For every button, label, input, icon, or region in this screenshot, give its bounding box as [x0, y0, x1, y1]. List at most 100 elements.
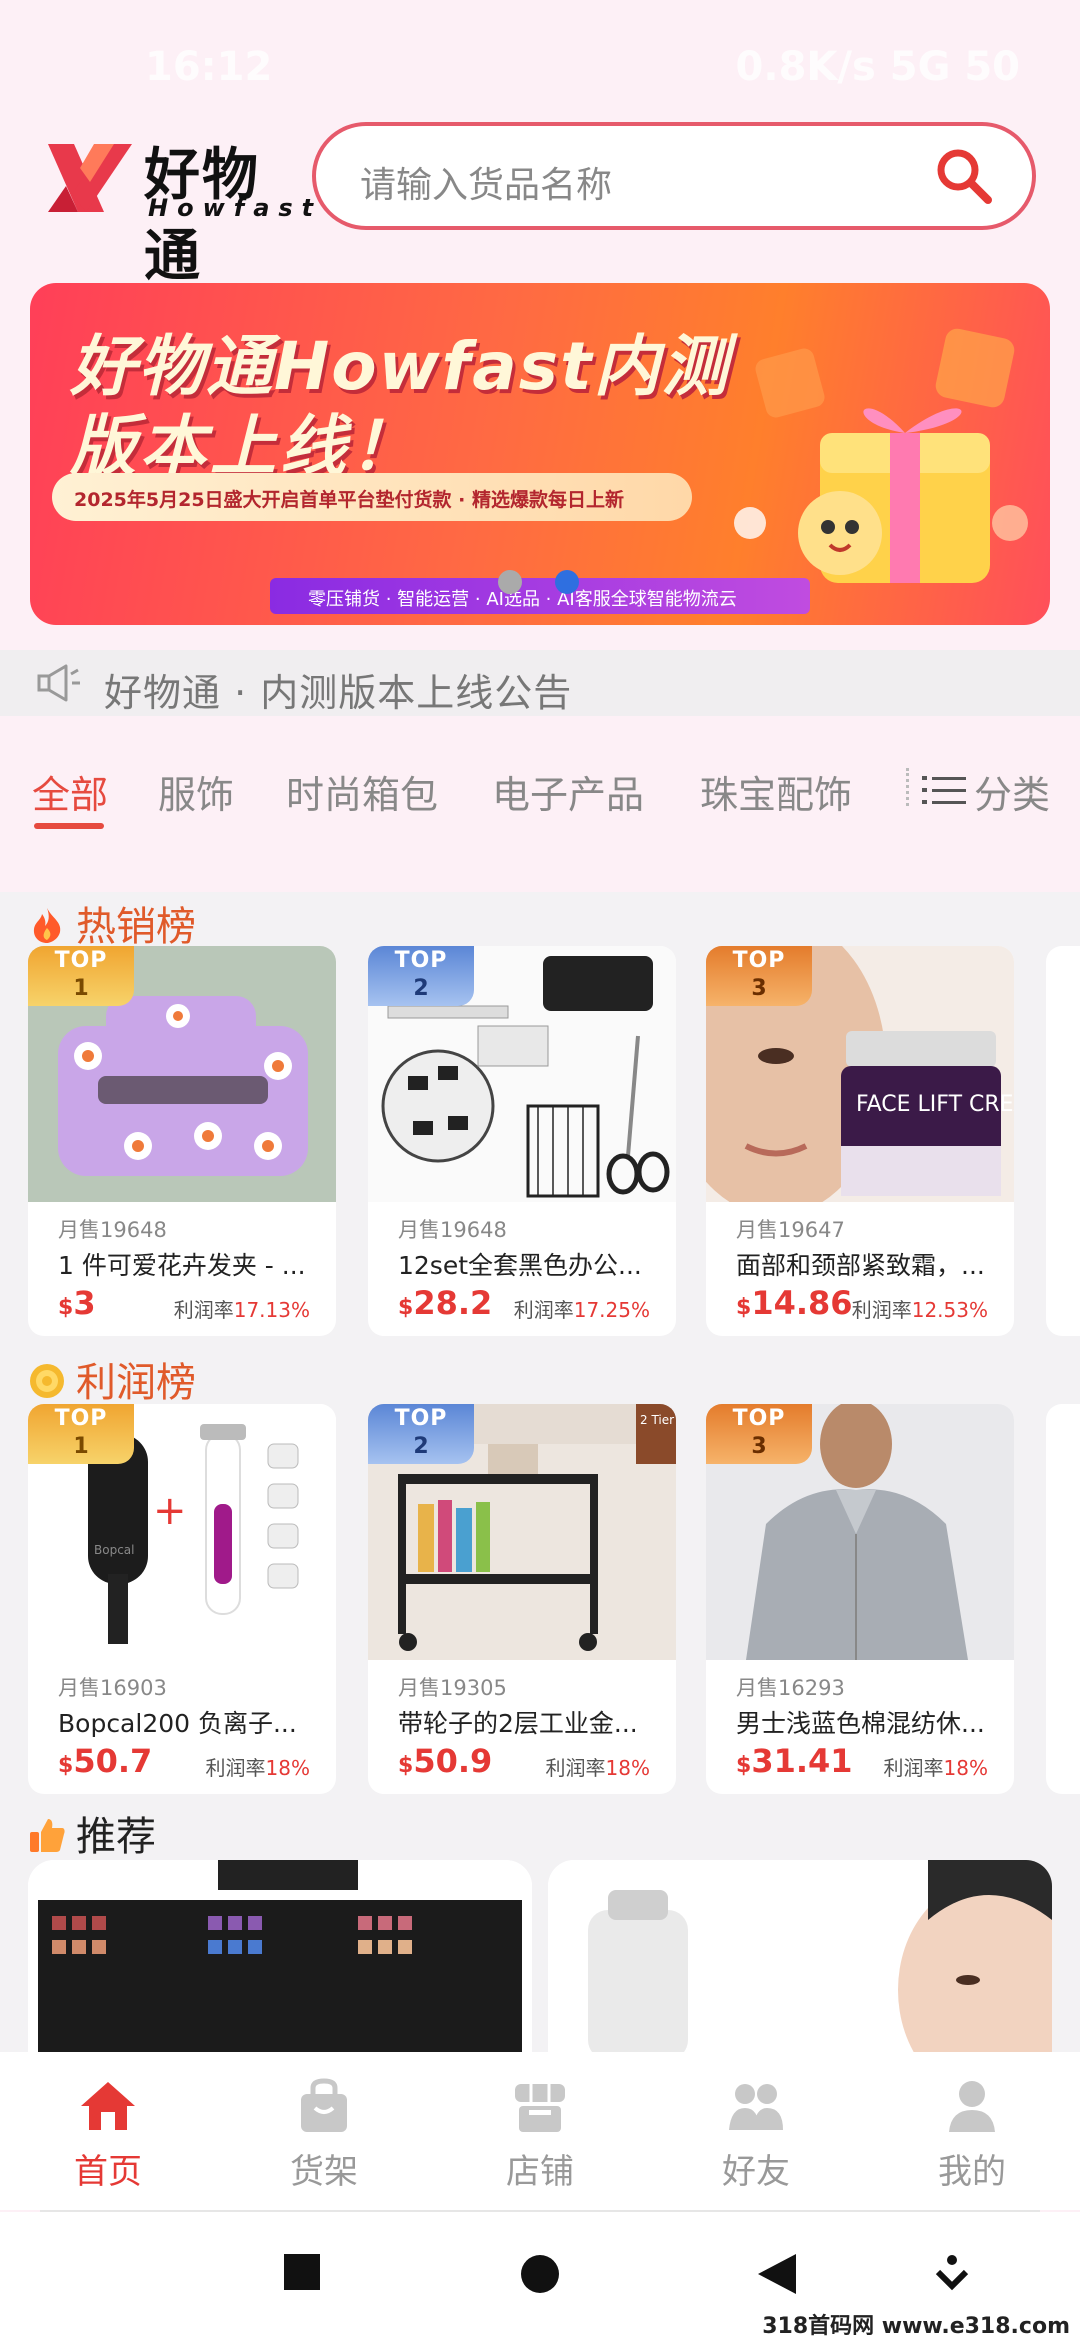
- next-card-peek[interactable]: [1046, 1404, 1080, 1794]
- store-icon: [515, 2084, 565, 2132]
- recent-apps-icon[interactable]: [284, 2254, 320, 2290]
- logo-mark-icon: [48, 144, 132, 212]
- category-tabs: 全部 服饰 时尚箱包 电子产品 珠宝配饰 分类: [0, 740, 1080, 850]
- status-bar: 16:12 0.8K/s 5G 50: [0, 0, 1080, 120]
- gift-box-icon: [734, 328, 1028, 583]
- product-card[interactable]: TOP 2 月售19648 12set全套黑色办公... $28.2 利润率17…: [368, 946, 676, 1336]
- pagination-dot[interactable]: [498, 570, 522, 594]
- rank-number: 1: [73, 1434, 89, 1459]
- list-icon[interactable]: [922, 774, 966, 806]
- nav-shelf[interactable]: 货架: [254, 2078, 394, 2193]
- tab-all[interactable]: 全部: [32, 764, 108, 819]
- rank-top-label: TOP: [394, 948, 448, 973]
- nav-label: 好友: [722, 2152, 790, 2192]
- product-name: 男士浅蓝色棉混纺休...: [736, 1709, 985, 1738]
- cart-label: 2 Tier: [640, 1413, 674, 1427]
- product-name: Bopcal200 负离子...: [58, 1709, 297, 1738]
- section-profit: 利润榜: [28, 1350, 196, 1408]
- tab-bags[interactable]: 时尚箱包: [286, 764, 438, 819]
- product-card[interactable]: TOP 1 月售19648 1 件可爱花卉发夹 - ... $3 利润率17.1…: [28, 946, 336, 1336]
- cream-label: FACE LIFT CREAM: [856, 1092, 1014, 1117]
- announcement-text: 好物通 · 内测版本上线公告: [104, 671, 573, 715]
- monthly-sales: 月售19305: [398, 1676, 507, 1700]
- status-time: 16:12: [145, 44, 273, 90]
- rank-badge: TOP 3: [706, 946, 812, 1006]
- nav-friends[interactable]: 好友: [686, 2078, 826, 2193]
- bag-icon: [301, 2078, 347, 2132]
- product-card[interactable]: 2 Tier TOP 2 月售19305 带轮子的2层工业金... $50.9 …: [368, 1404, 676, 1794]
- nav-label: 货架: [290, 2152, 358, 2192]
- rank-badge: TOP 2: [368, 1404, 474, 1464]
- eyeshadow-palette-image: [28, 1860, 532, 2052]
- home-icon: [81, 2082, 135, 2130]
- recommend-card[interactable]: [28, 1860, 532, 2052]
- megaphone-icon: [37, 664, 80, 702]
- product-card[interactable]: Bopcal + TOP 1 月售16903 Bopcal200 负离子... …: [28, 1404, 336, 1794]
- app-logo[interactable]: 好物通 Howfast: [44, 130, 313, 289]
- product-price: $50.9: [398, 1742, 493, 1780]
- product-card[interactable]: FACE LIFT CREAM TOP 3 月售19647 面部和颈部紧致霜，.…: [706, 946, 1014, 1336]
- section-profit-title: 利润榜: [76, 1360, 196, 1406]
- profit-margin: 利润率12.53%: [851, 1298, 988, 1322]
- profit-margin: 利润率18%: [545, 1756, 650, 1780]
- next-card-peek[interactable]: [1046, 946, 1080, 1336]
- rank-badge: TOP 3: [706, 1404, 812, 1464]
- nav-label: 店铺: [506, 2152, 574, 2192]
- dryer-brand: Bopcal: [94, 1543, 134, 1557]
- product-name: 带轮子的2层工业金...: [398, 1709, 638, 1738]
- rank-badge: TOP 2: [368, 946, 474, 1006]
- rank-number: 3: [751, 976, 767, 1001]
- back-icon[interactable]: [758, 2254, 796, 2294]
- bottom-navigation: 首页 货架 店铺 好友 我的: [0, 2052, 1080, 2210]
- svg-text:+: +: [153, 1488, 187, 1534]
- nav-store[interactable]: 店铺: [470, 2078, 610, 2193]
- rank-number: 3: [751, 1434, 767, 1459]
- promo-banner[interactable]: 好物通Howfast内测 版本上线！ 2025年5月25日盛大开启首单平台垫付货…: [30, 283, 1050, 625]
- collapse-icon[interactable]: [934, 2254, 970, 2294]
- product-price: $50.7: [58, 1742, 153, 1780]
- rank-number: 2: [413, 1434, 429, 1459]
- rank-badge: TOP 1: [28, 1404, 134, 1464]
- nav-label: 首页: [74, 2152, 142, 2192]
- search-bar[interactable]: 请输入货品名称: [312, 122, 1036, 230]
- profit-margin: 利润率17.13%: [173, 1298, 310, 1322]
- product-price: $3: [58, 1284, 96, 1322]
- profit-margin: 利润率18%: [883, 1756, 988, 1780]
- section-recommend-title: 推荐: [76, 1814, 156, 1860]
- tab-divider: [906, 768, 909, 806]
- status-indicators: 0.8K/s 5G 50: [735, 44, 1020, 90]
- category-button[interactable]: 分类: [974, 764, 1050, 819]
- tab-jewelry[interactable]: 珠宝配饰: [700, 764, 852, 819]
- nav-label: 我的: [938, 2152, 1006, 2192]
- banner-pagination: [498, 570, 607, 598]
- product-price: $28.2: [398, 1284, 493, 1322]
- section-recommend: 推荐: [28, 1804, 156, 1862]
- search-input[interactable]: 请输入货品名称: [360, 156, 612, 208]
- home-button-icon[interactable]: [520, 2254, 560, 2294]
- profit-margin: 利润率17.25%: [513, 1298, 650, 1322]
- rank-badge: TOP 1: [28, 946, 134, 1006]
- rank-number: 1: [73, 976, 89, 1001]
- skincare-model-image: [548, 1860, 1052, 2052]
- profile-icon: [949, 2081, 995, 2132]
- search-icon[interactable]: [932, 144, 996, 208]
- product-price: $14.86: [736, 1284, 853, 1322]
- nav-profile[interactable]: 我的: [902, 2078, 1042, 2193]
- friends-icon: [729, 2084, 783, 2130]
- recommend-card[interactable]: [548, 1860, 1052, 2052]
- tab-electronics[interactable]: 电子产品: [492, 764, 644, 819]
- nav-home[interactable]: 首页: [38, 2078, 178, 2193]
- monthly-sales: 月售16903: [58, 1676, 167, 1700]
- announcement-bar[interactable]: 好物通 · 内测版本上线公告: [0, 650, 1080, 716]
- rank-top-label: TOP: [394, 1406, 448, 1431]
- product-name: 12set全套黑色办公...: [398, 1251, 642, 1280]
- product-card[interactable]: TOP 3 月售16293 男士浅蓝色棉混纺休... $31.41 利润率18%: [706, 1404, 1014, 1794]
- watermark: 318首码网 www.e318.com: [762, 2314, 1070, 2339]
- product-name: 1 件可爱花卉发夹 - ...: [58, 1251, 306, 1280]
- main-content: 热销榜 TOP 1 月售19648 1 件可爱花卉发夹 - ... $3 利润率…: [0, 892, 1080, 2052]
- banner-subtitle: 2025年5月25日盛大开启首单平台垫付货款 · 精选爆款每日上新: [52, 473, 692, 521]
- thumbs-up-icon: [30, 1819, 65, 1852]
- pagination-dot-active[interactable]: [555, 570, 580, 594]
- tab-apparel[interactable]: 服饰: [158, 764, 234, 819]
- rank-top-label: TOP: [54, 1406, 108, 1431]
